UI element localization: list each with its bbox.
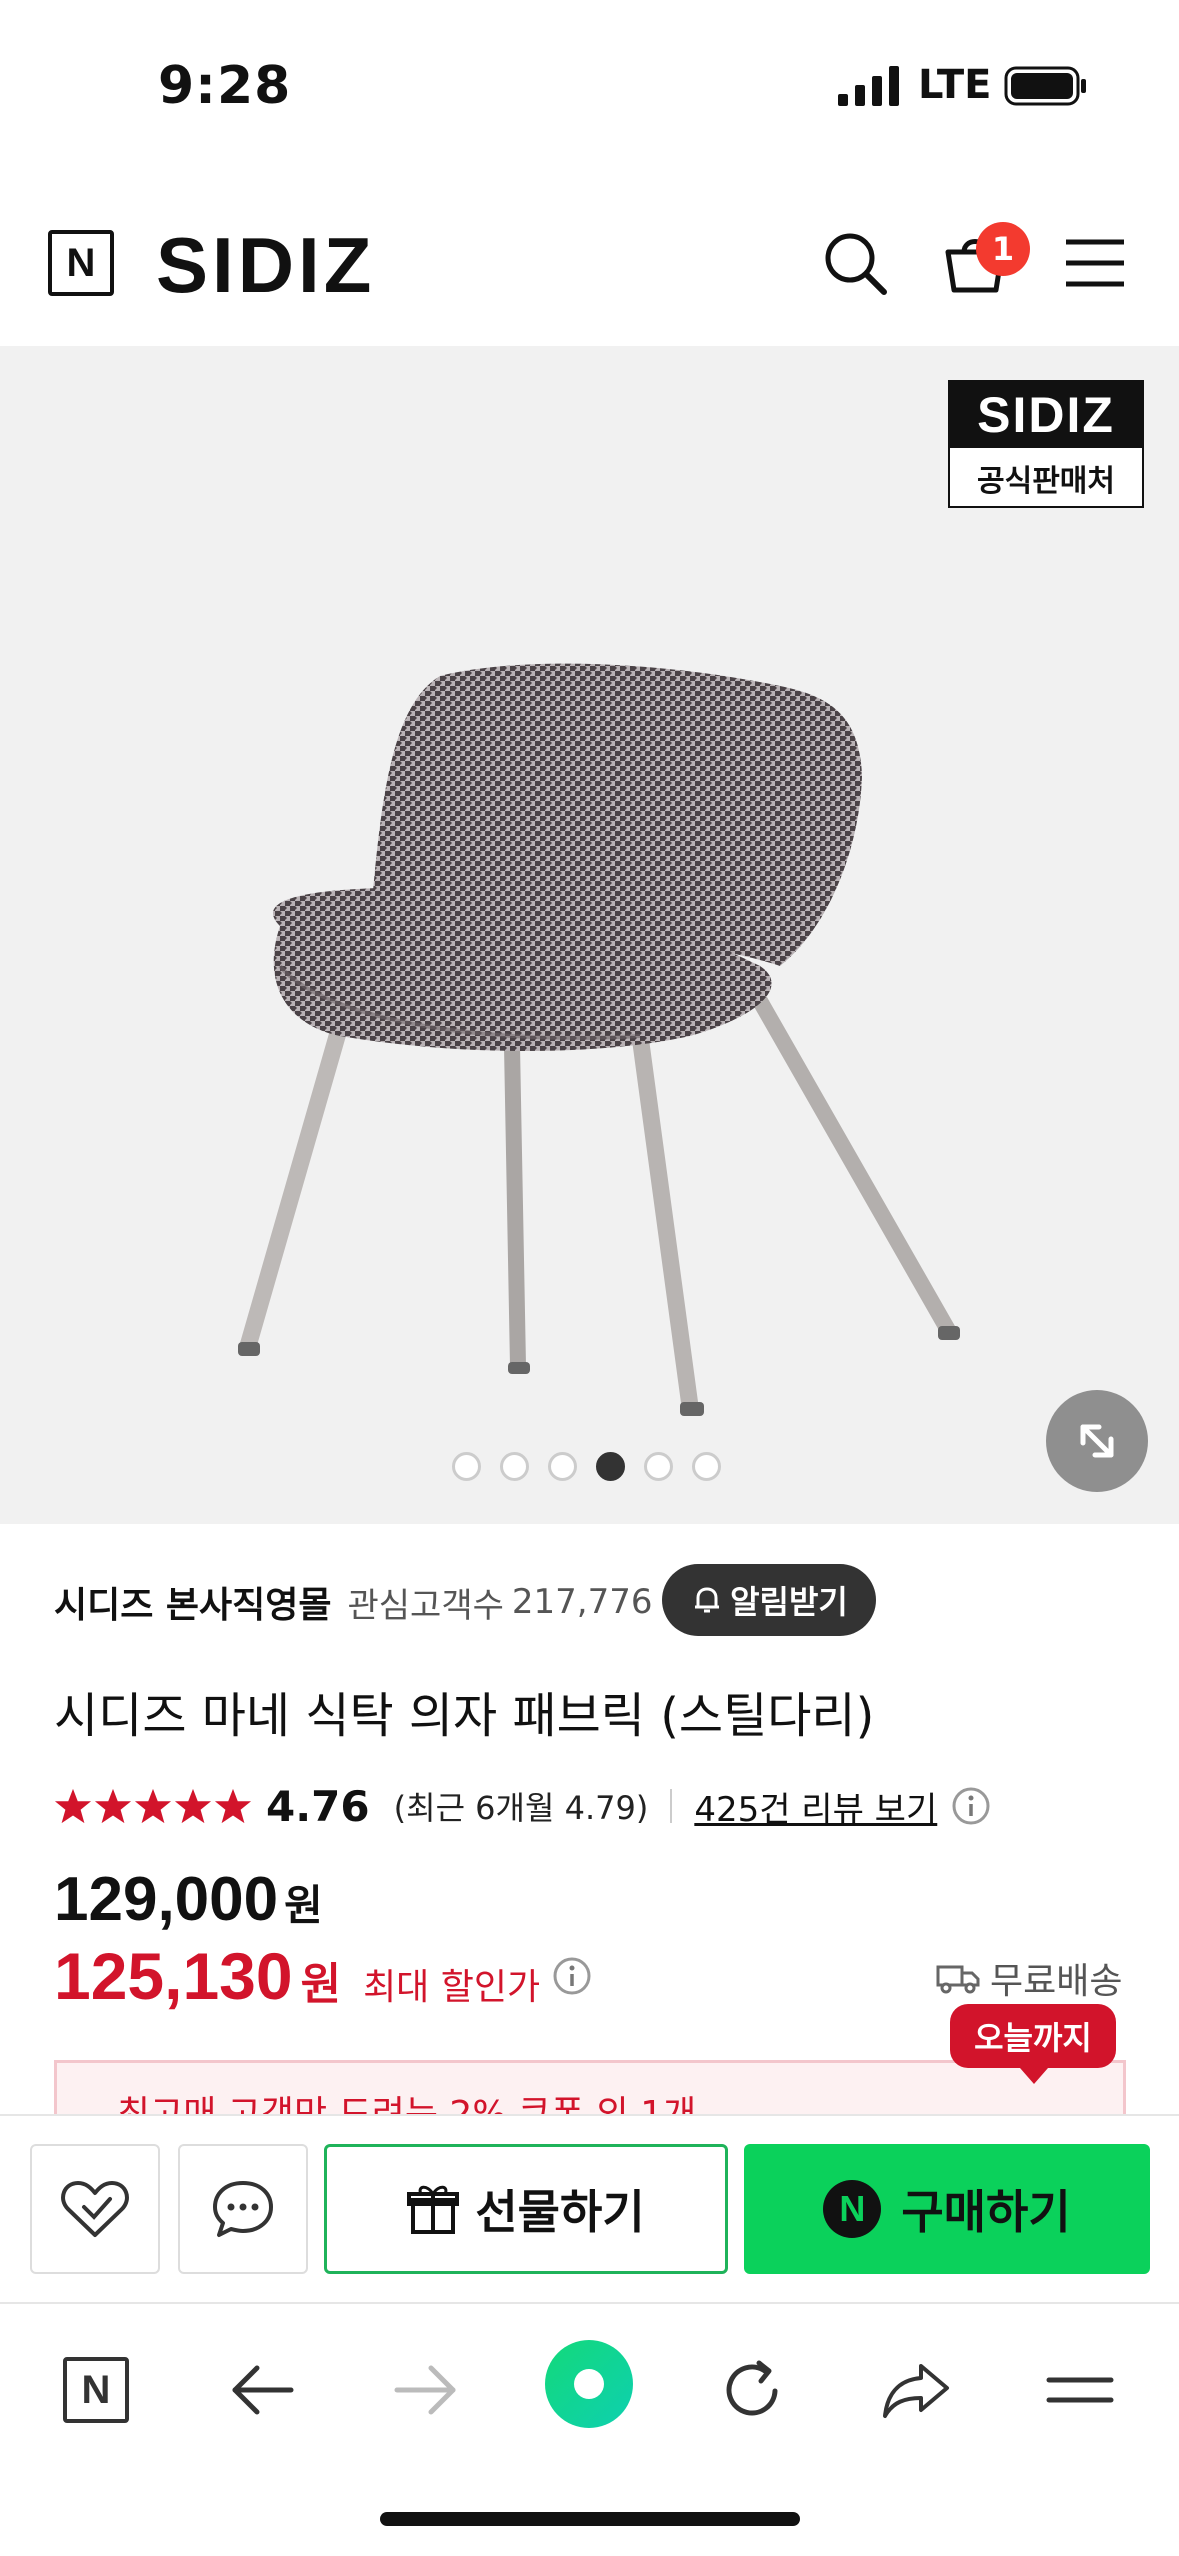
rating-recent: (최근 6개월 4.79) (393, 1789, 649, 1827)
original-price-unit: 원 (284, 1881, 323, 1930)
menu-lines-icon (1046, 2377, 1114, 2403)
official-seller-badge: SIDIZ 공식판매처 (948, 380, 1144, 508)
refresh-button[interactable] (712, 2350, 792, 2430)
rating-row: 4.76 (최근 6개월 4.79) 425건 리뷰 보기 (54, 1776, 991, 1836)
chair-image (238, 663, 960, 1416)
search-icon[interactable] (820, 228, 890, 298)
star-icon (94, 1788, 132, 1824)
bell-plus-icon (695, 1587, 720, 1613)
product-image-carousel[interactable]: SIDIZ 공식판매처 (0, 346, 1179, 1524)
sale-price-unit: 원 (300, 1959, 342, 2010)
star-icon (54, 1788, 92, 1824)
badge-label: 공식판매처 (977, 464, 1115, 499)
star-icon (214, 1788, 252, 1824)
original-price-value: 129,000 (54, 1865, 279, 1934)
menu-icon[interactable] (1060, 228, 1130, 298)
carousel-dot[interactable] (596, 1452, 625, 1481)
browser-menu-button[interactable] (1040, 2350, 1120, 2430)
product-title: 시디즈 마네 식탁 의자 패브릭 (스틸다리) (54, 1688, 875, 1744)
green-dot-icon (545, 2340, 633, 2428)
carousel-dot[interactable] (692, 1452, 721, 1481)
green-dot-button[interactable] (545, 2340, 633, 2428)
naver-pay-icon: N (823, 2180, 882, 2238)
home-indicator[interactable] (380, 2512, 800, 2526)
share-arrow-icon (883, 2364, 949, 2418)
gift-button[interactable]: 선물하기 (324, 2144, 728, 2274)
buy-button-label: 구매하기 (901, 2185, 1071, 2239)
naver-logo-button[interactable]: N (48, 230, 114, 296)
info-icon[interactable] (951, 1786, 991, 1826)
buy-button[interactable]: N 구매하기 (744, 2144, 1150, 2274)
sale-price-value: 125,130 (54, 1939, 293, 2013)
info-icon[interactable] (552, 1956, 592, 1996)
status-time: 9:28 (158, 56, 292, 116)
original-price: 129,000 원 (54, 1864, 323, 1935)
truck-icon (936, 1965, 980, 1994)
cart-count-badge: 1 (976, 222, 1030, 276)
gift-icon (407, 2185, 460, 2234)
alarm-button-label: 알림받기 (730, 1583, 848, 1621)
status-bar: 9:28 LTE (0, 0, 1179, 170)
seller-name[interactable]: 시디즈 본사직영몰 (54, 1576, 332, 1628)
battery-icon (1004, 66, 1086, 106)
network-label: LTE (918, 62, 992, 108)
shipping-label: 무료배송 (990, 1961, 1123, 2002)
wishlist-button[interactable] (30, 2144, 160, 2274)
heart-check-icon (61, 2181, 129, 2237)
back-button[interactable] (222, 2350, 302, 2430)
badge-brand: SIDIZ (950, 382, 1142, 448)
arrow-right-icon (394, 2365, 456, 2415)
naver-home-button[interactable]: N (56, 2350, 136, 2430)
star-icon (134, 1788, 172, 1824)
sale-price-label: 최대 할인가 (363, 1967, 541, 2008)
arrow-left-icon (232, 2365, 294, 2415)
shipping-info: 무료배송 (936, 1952, 1122, 2004)
carousel-dot[interactable] (452, 1452, 481, 1481)
sale-price: 125,130 원 최대 할인가 (54, 1938, 592, 2014)
share-button[interactable] (876, 2350, 956, 2430)
expand-icon (1080, 1424, 1114, 1458)
carousel-dots[interactable] (452, 1452, 721, 1481)
rating-value: 4.76 (266, 1781, 370, 1831)
purchase-action-bar: 선물하기 N 구매하기 (0, 2114, 1179, 2304)
carousel-dot[interactable] (644, 1452, 673, 1481)
brand-logo[interactable]: SIDIZ (156, 220, 375, 311)
divider (670, 1789, 673, 1823)
expand-image-button[interactable] (1046, 1390, 1148, 1492)
signal-icon (838, 66, 899, 106)
talk-button[interactable] (178, 2144, 308, 2274)
fans-count: 217,776 (511, 1582, 653, 1622)
star-icon (174, 1788, 212, 1824)
naver-n-icon: N (63, 2357, 129, 2423)
site-header: N SIDIZ 1 (0, 200, 1179, 346)
chat-bubble-icon (213, 2181, 273, 2237)
carousel-dot[interactable] (548, 1452, 577, 1481)
seller-info: 시디즈 본사직영몰 관심고객수 217,776 (54, 1562, 653, 1642)
today-only-tooltip: 오늘까지 (950, 2004, 1116, 2084)
coupon-banner[interactable]: 최고매 고객만 드려는 2% 쿠폰 외 1개 (54, 2060, 1126, 2120)
fans-label: 관심고객수 (347, 1585, 504, 1626)
refresh-icon (726, 2360, 778, 2416)
gift-button-label: 선물하기 (475, 2185, 645, 2239)
carousel-dot[interactable] (500, 1452, 529, 1481)
alarm-button[interactable]: 알림받기 (662, 1564, 876, 1636)
rating-stars (54, 1787, 252, 1825)
review-link[interactable]: 425건 리뷰 보기 (694, 1782, 937, 1831)
forward-button[interactable] (386, 2350, 466, 2430)
